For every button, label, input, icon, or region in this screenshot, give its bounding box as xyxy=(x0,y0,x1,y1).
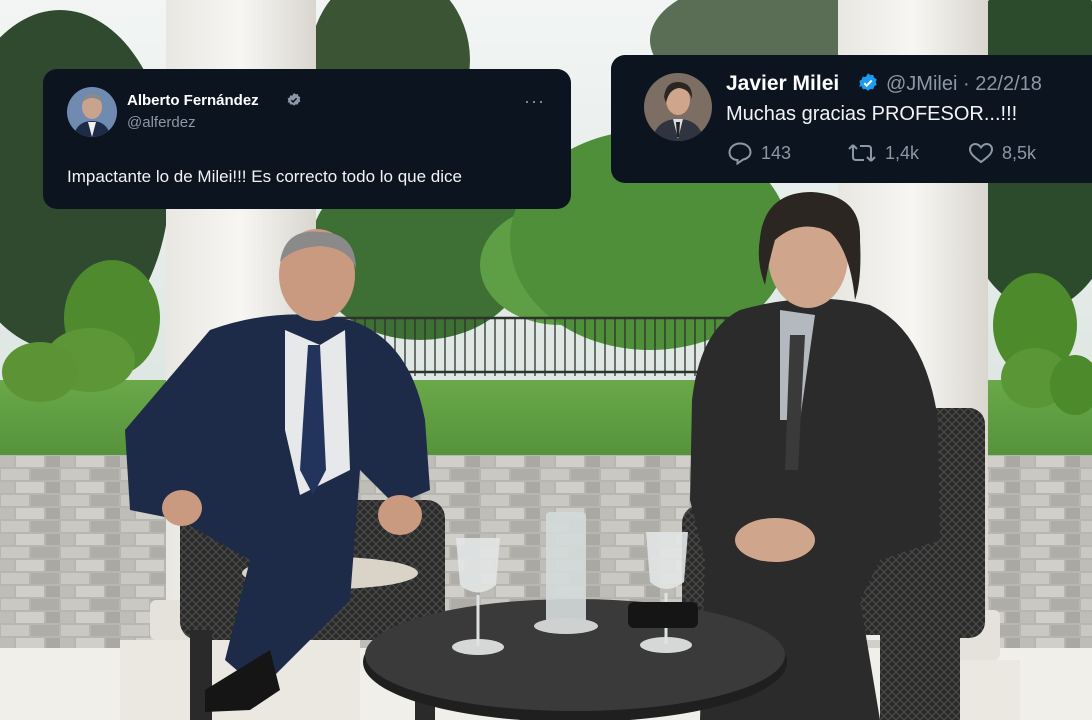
like-button[interactable]: 8,5k xyxy=(968,141,1036,165)
display-name[interactable]: Alberto Fernández xyxy=(127,92,259,109)
reply-count: 143 xyxy=(761,142,792,163)
avatar[interactable] xyxy=(644,73,712,141)
handle[interactable]: @alferdez xyxy=(127,114,196,131)
verified-badge-icon xyxy=(286,92,302,113)
tweet-text: Impactante lo de Milei!!! Es correcto to… xyxy=(67,167,462,186)
display-name[interactable]: Javier Milei xyxy=(726,72,839,96)
verified-badge-icon xyxy=(857,72,879,99)
tweet-card-jmilei: Javier Milei @JMilei · 22/2/18 Muchas gr… xyxy=(611,55,1092,183)
retweet-count: 1,4k xyxy=(885,142,920,163)
tweet-card-alferdez: Alberto Fernández @alferdez ··· Impactan… xyxy=(43,69,571,209)
heart-icon xyxy=(968,142,994,164)
handle-and-date[interactable]: @JMilei · 22/2/18 xyxy=(886,73,1042,96)
tweet-text: Muchas gracias PROFESOR...!!! xyxy=(726,103,1018,125)
reply-icon xyxy=(728,142,752,165)
avatar[interactable] xyxy=(67,87,117,137)
retweet-button[interactable]: 1,4k xyxy=(847,141,919,165)
more-options-icon[interactable]: ··· xyxy=(524,91,545,112)
like-count: 8,5k xyxy=(1002,142,1037,163)
reply-button[interactable]: 143 xyxy=(727,141,791,165)
retweet-icon xyxy=(848,144,876,162)
